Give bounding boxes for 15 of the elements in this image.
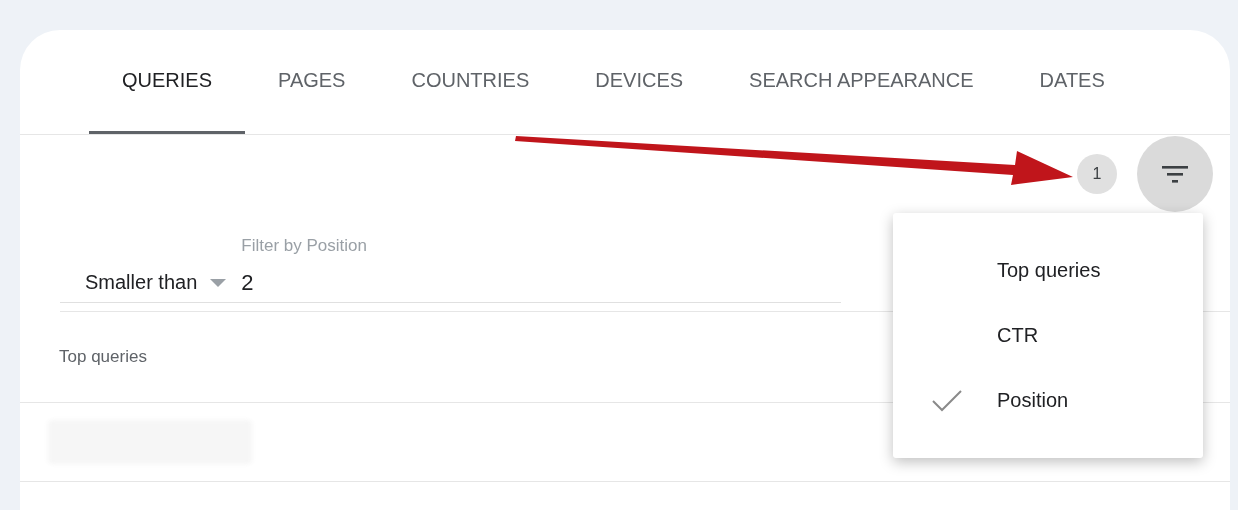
menu-item[interactable]: Position: [893, 368, 1203, 433]
tab[interactable]: DEVICES: [562, 30, 717, 134]
operator-label: Smaller than: [85, 271, 198, 294]
filter-count-badge: 1: [1077, 153, 1117, 194]
field-label: Filter by Position: [241, 236, 368, 256]
menu-item[interactable]: Top queries: [893, 238, 1203, 303]
tab[interactable]: PAGES: [245, 30, 379, 134]
menu-item[interactable]: CTR: [893, 303, 1203, 368]
dropdown-caret-icon: [209, 277, 228, 288]
tab[interactable]: QUERIES: [89, 30, 246, 134]
column-header: Top queries: [59, 347, 147, 367]
tab[interactable]: SEARCH APPEARANCE: [716, 30, 1007, 134]
tab[interactable]: DATES: [1006, 30, 1138, 134]
filter-icon: [1162, 163, 1188, 184]
tab[interactable]: COUNTRIES: [378, 30, 563, 134]
